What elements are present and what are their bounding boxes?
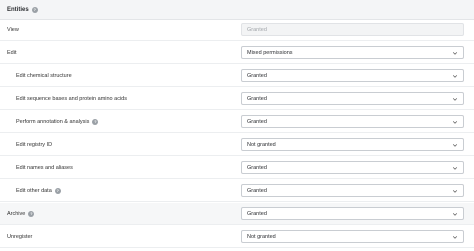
permission-label-text: Edit chemical structure [16, 73, 72, 79]
permission-select[interactable]: Granted [241, 184, 464, 197]
permission-label: View [7, 19, 19, 41]
permission-label-text: Perform annotation & analysis [16, 119, 90, 125]
question-circle-icon[interactable]: ? [92, 119, 99, 125]
permission-select-value: Granted [247, 72, 267, 79]
permission-select-value: Not granted [247, 233, 276, 240]
permission-select[interactable]: Granted [241, 161, 464, 174]
permission-select-value: Granted [247, 26, 267, 33]
permission-row: Edit registry ID Not granted [0, 134, 474, 156]
permission-label-text: Edit registry ID [16, 142, 53, 148]
section-title: Entities [7, 6, 29, 13]
permission-row: Edit Mixed permissions [0, 42, 474, 64]
question-circle-icon[interactable]: ? [28, 211, 35, 217]
permission-row: Edit other data? Granted [0, 180, 474, 202]
permission-select[interactable]: Not granted [241, 230, 464, 243]
permission-label-text: Edit other data [16, 188, 52, 194]
permission-select[interactable]: Granted [241, 207, 464, 220]
permission-label: Edit sequence bases and protein amino ac… [16, 88, 127, 110]
permission-row: Perform annotation & analysis? Granted [0, 111, 474, 133]
permission-select-value: Not granted [247, 141, 276, 148]
chevron-down-icon [452, 75, 458, 78]
permission-select[interactable]: Not granted [241, 138, 464, 151]
permission-label: Edit registry ID [16, 134, 52, 156]
question-circle-icon[interactable]: ? [54, 188, 61, 194]
question-circle-icon[interactable]: ? [31, 6, 38, 13]
permission-label: Edit chemical structure [16, 65, 72, 87]
permission-label-text: Edit names and aliases [16, 165, 73, 171]
chevron-down-icon [452, 167, 458, 170]
permission-label-text: Edit [7, 50, 17, 56]
permission-select-value: Mixed permissions [247, 49, 293, 56]
permission-label: Edit other data? [16, 180, 61, 202]
permission-row: Unregister Not granted [0, 226, 474, 248]
permission-row: Archive? Granted [0, 203, 474, 225]
chevron-down-icon [452, 52, 458, 55]
permission-select[interactable]: Mixed permissions [241, 46, 464, 59]
permission-label: Edit names and aliases [16, 157, 73, 179]
permission-select-value: Granted [247, 187, 267, 194]
section-header: Entities ? [0, 0, 474, 20]
chevron-down-icon [452, 98, 458, 101]
permission-select[interactable]: Granted [241, 69, 464, 82]
permission-label: Unregister [7, 226, 32, 248]
chevron-down-icon [452, 213, 458, 216]
permission-label-text: Unregister [7, 234, 33, 240]
permission-select-value: Granted [247, 118, 267, 125]
entities-permissions-panel: Entities ? View Granted Edit Mixed permissi… [0, 0, 474, 251]
chevron-down-icon [452, 236, 458, 239]
permission-label-text: View [7, 27, 19, 33]
permission-select-value: Granted [247, 164, 267, 171]
permission-select[interactable]: Granted [241, 115, 464, 128]
permission-row: Edit chemical structure Granted [0, 65, 474, 87]
chevron-down-icon [452, 190, 458, 193]
chevron-down-icon [452, 121, 458, 124]
permission-select-value: Granted [247, 95, 267, 102]
permission-select: Granted [241, 23, 464, 36]
permission-label-text: Archive [7, 211, 26, 217]
permission-label: Edit [7, 42, 16, 64]
permission-select-value: Granted [247, 210, 267, 217]
permission-label: Perform annotation & analysis? [16, 111, 99, 133]
permission-label-text: Edit sequence bases and protein amino ac… [16, 96, 127, 102]
permission-select[interactable]: Granted [241, 92, 464, 105]
permission-row: View Granted [0, 19, 474, 41]
chevron-down-icon [452, 144, 458, 147]
permission-label: Archive? [7, 203, 35, 225]
permission-row: Edit sequence bases and protein amino ac… [0, 88, 474, 110]
permission-row: Edit names and aliases Granted [0, 157, 474, 179]
